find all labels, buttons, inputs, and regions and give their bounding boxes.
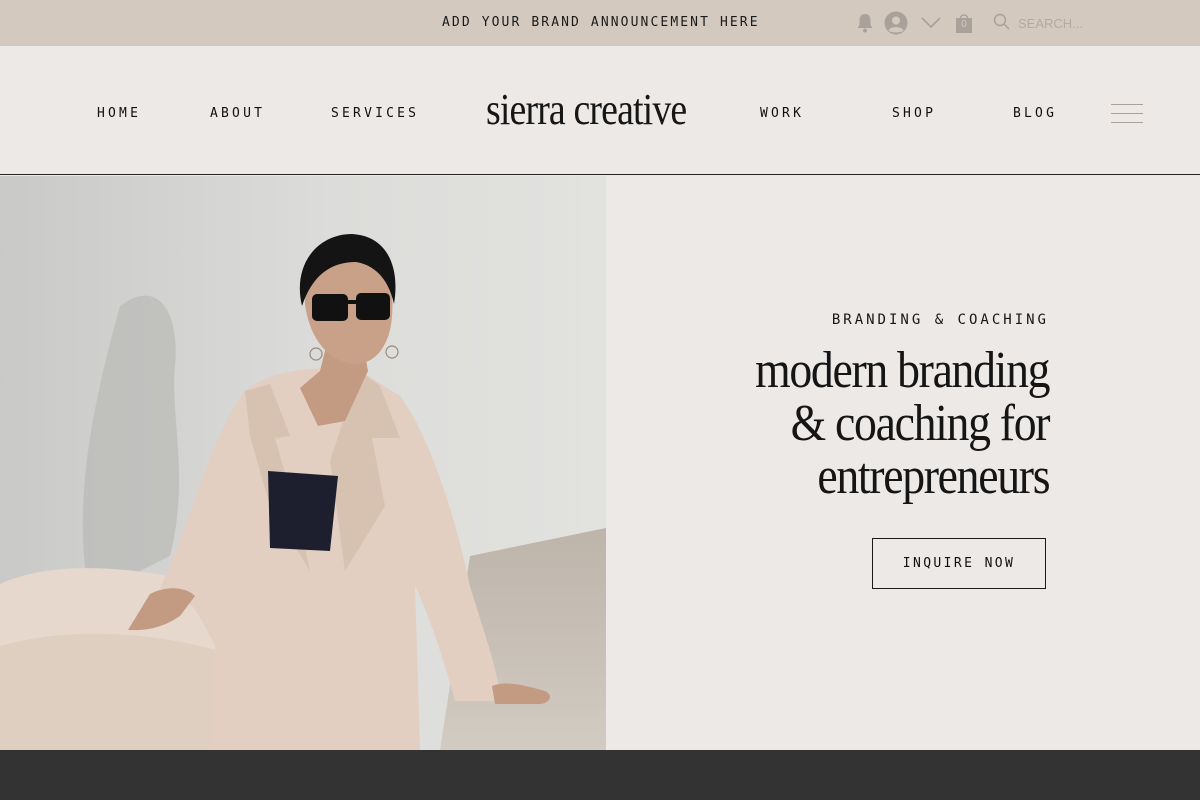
hero-headline: modern branding & coaching for entrepren… (754, 342, 1050, 505)
site-header: HOME ABOUT SERVICES sierra creative WORK… (0, 46, 1200, 220)
hero-panel: BRANDING & COACHING modern branding & co… (606, 176, 1200, 750)
announcement-bar: ADD YOUR BRAND ANNOUNCEMENT HERE 0 SEARC… (0, 0, 1200, 46)
cart-count: 0 (961, 19, 967, 30)
utility-icons: 0 (852, 8, 974, 38)
nav-shop[interactable]: SHOP (892, 106, 936, 121)
search-box[interactable] (993, 13, 1128, 34)
nav-blog[interactable]: BLOG (1013, 106, 1057, 121)
site-logo[interactable]: sierra creative (486, 84, 687, 135)
search-icon[interactable] (993, 13, 1010, 34)
announcement-text: ADD YOUR BRAND ANNOUNCEMENT HERE (442, 15, 760, 30)
nav-home[interactable]: HOME (97, 106, 141, 121)
hamburger-menu-icon[interactable] (1111, 102, 1143, 124)
nav-about[interactable]: ABOUT (210, 106, 265, 121)
footer-bar (0, 750, 1200, 800)
search-input[interactable] (1018, 16, 1128, 31)
hero-eyebrow: BRANDING & COACHING (831, 312, 1049, 328)
inquire-now-button[interactable]: INQUIRE NOW (872, 538, 1046, 589)
nav-work[interactable]: WORK (760, 106, 804, 121)
user-avatar-icon[interactable] (884, 11, 908, 35)
hero-headline-line: entrepreneurs (817, 448, 1050, 505)
nav-services[interactable]: SERVICES (331, 106, 419, 121)
chevron-down-icon[interactable] (920, 17, 942, 29)
hero-photo (0, 176, 606, 750)
hero-headline-line: & coaching for (790, 395, 1050, 452)
bell-icon[interactable] (852, 13, 878, 33)
hero-headline-line: modern branding (754, 342, 1050, 399)
shopping-bag-icon[interactable]: 0 (954, 12, 974, 34)
